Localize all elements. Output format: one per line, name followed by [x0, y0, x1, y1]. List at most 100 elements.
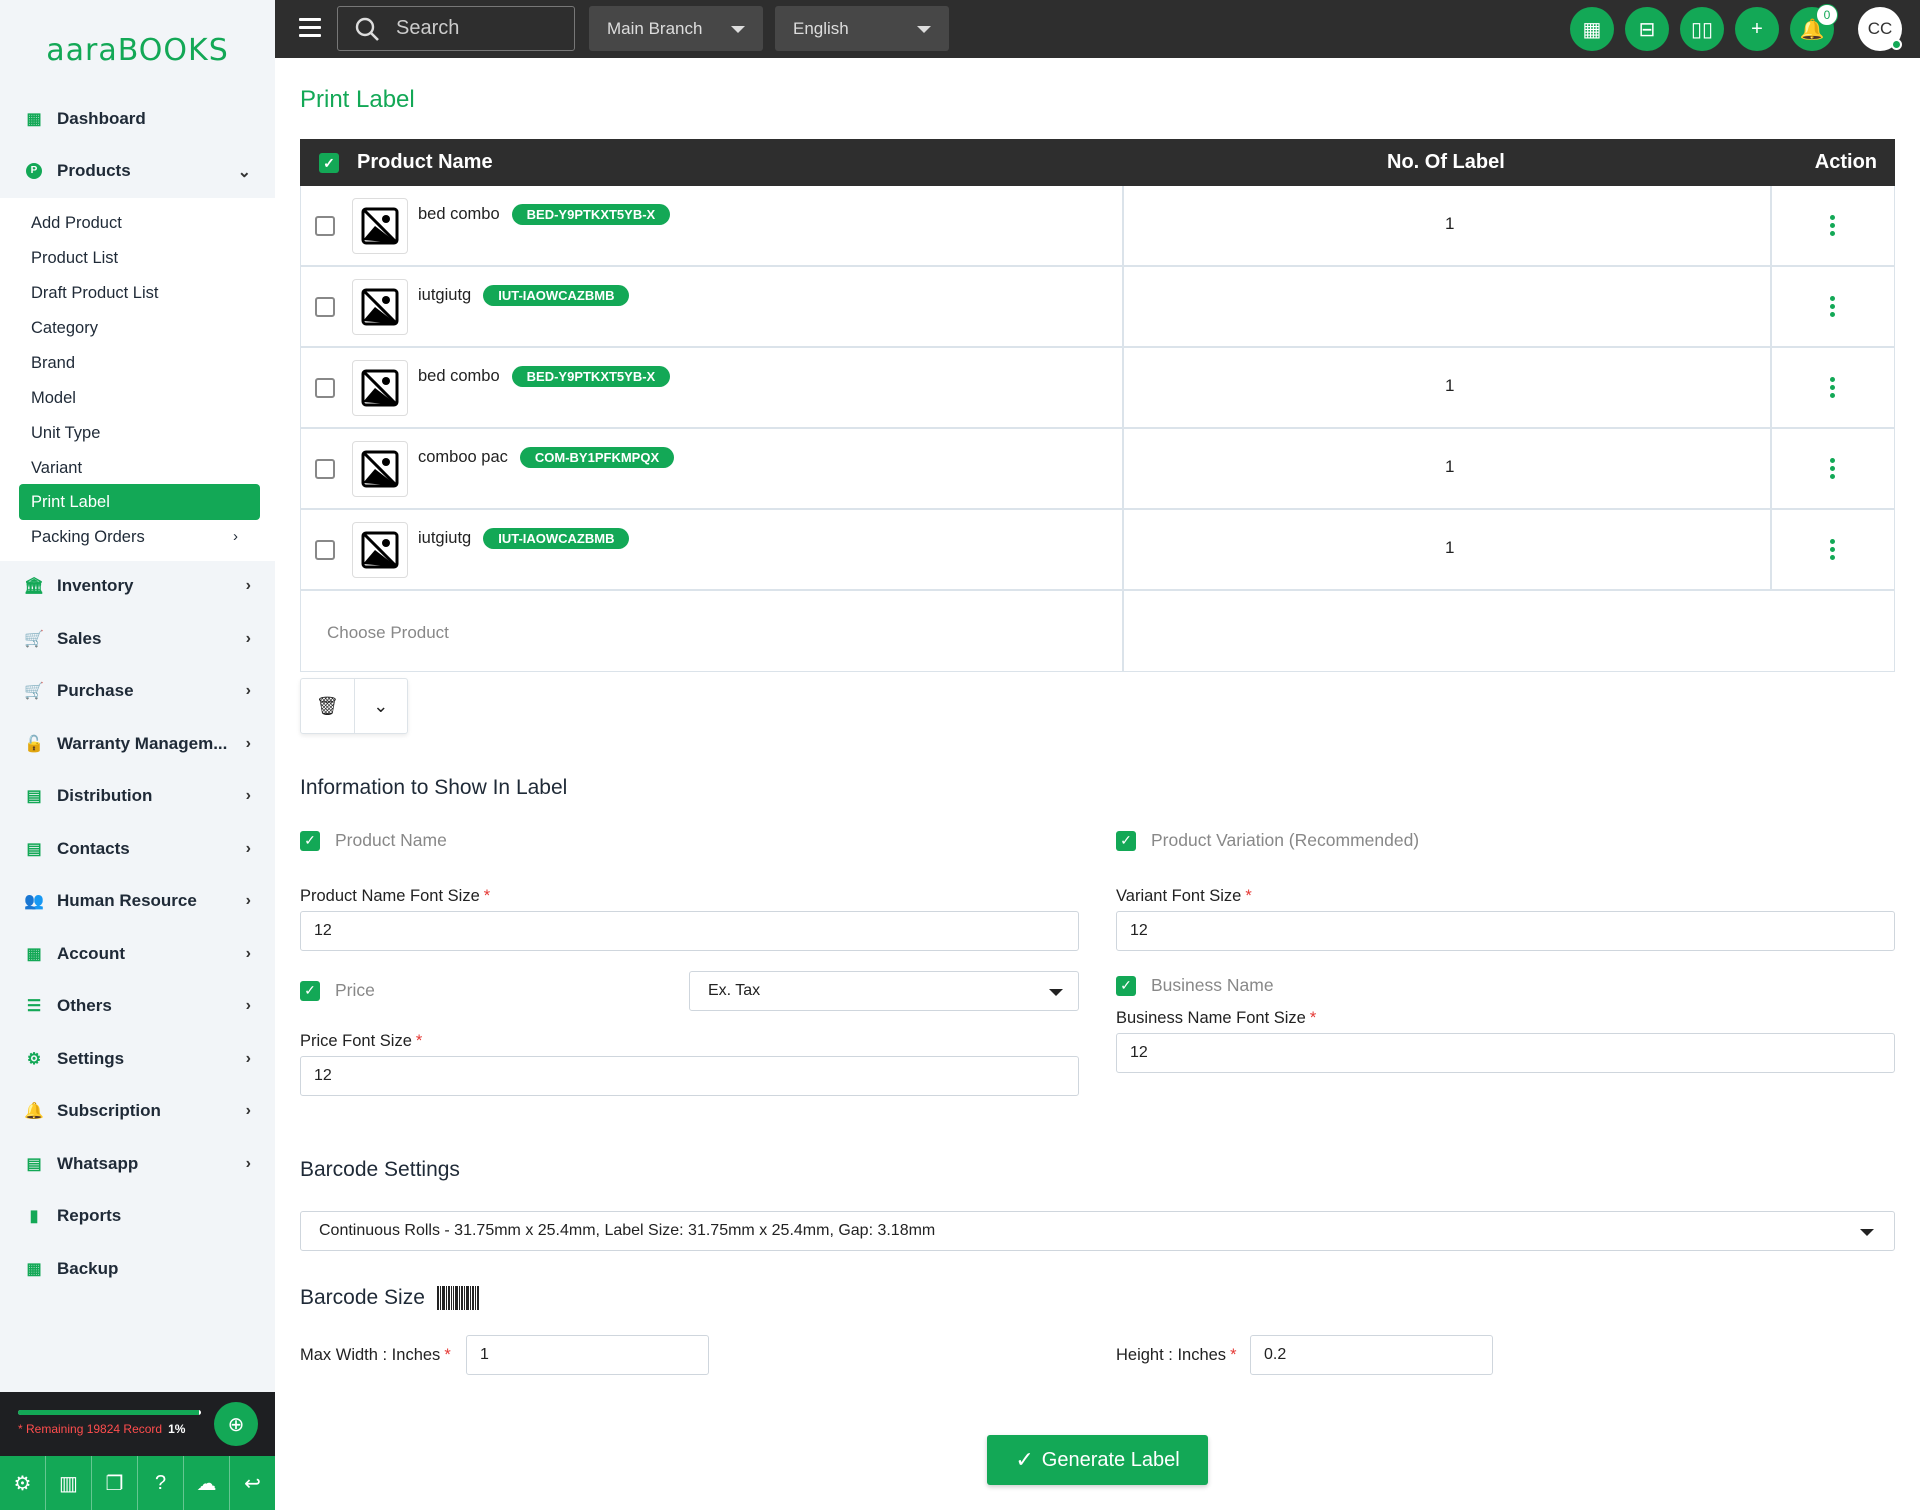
- search-input[interactable]: Search: [337, 6, 575, 51]
- submenu-unit-type[interactable]: Unit Type: [19, 415, 260, 451]
- price-tax-select[interactable]: Ex. Tax: [689, 971, 1079, 1011]
- row-checkbox[interactable]: [315, 216, 335, 236]
- checkbox-checked[interactable]: ✓: [1116, 975, 1136, 996]
- checkbox-checked[interactable]: ✓: [300, 980, 320, 1001]
- sidebar-item-inventory[interactable]: 🏛 Inventory ›: [0, 566, 275, 606]
- sidebar-item-label: Products: [57, 161, 131, 180]
- sidebar-item-settings[interactable]: ⚙ Settings ›: [0, 1039, 275, 1079]
- settings-icon[interactable]: ⚙: [0, 1456, 46, 1510]
- label-count[interactable]: 1: [1445, 538, 1454, 558]
- required-marker: *: [1309, 1009, 1317, 1027]
- required-marker: *: [415, 1032, 423, 1050]
- submenu-add-product[interactable]: Add Product: [19, 205, 260, 241]
- calculator-icon: ▦: [26, 946, 42, 963]
- price-option[interactable]: ✓ Price: [300, 980, 375, 1001]
- submenu-print-label[interactable]: Print Label: [19, 484, 260, 520]
- choose-product-input[interactable]: Choose Product: [327, 623, 449, 643]
- label-count[interactable]: 1: [1445, 457, 1454, 477]
- barcode-size-title: Barcode Size: [300, 1286, 480, 1310]
- book-icon[interactable]: ▯▯: [1680, 7, 1724, 51]
- submenu-draft-product-list[interactable]: Draft Product List: [19, 275, 260, 311]
- label-count[interactable]: 1: [1445, 214, 1454, 234]
- branch-select[interactable]: Main Branch: [589, 6, 763, 51]
- remaining-text: * Remaining 19824 Record: [18, 1422, 163, 1436]
- sidebar-item-dashboard[interactable]: ▦ Dashboard: [0, 99, 275, 139]
- more-vertical-icon[interactable]: [1830, 539, 1836, 563]
- more-vertical-icon[interactable]: [1830, 458, 1836, 482]
- business-name-option[interactable]: ✓ Business Name: [1116, 975, 1274, 996]
- sidebar-item-purchase[interactable]: 🛒 Purchase ›: [0, 671, 275, 711]
- label-count[interactable]: 1: [1445, 376, 1454, 396]
- sidebar-item-account[interactable]: ▦ Account ›: [0, 934, 275, 974]
- required-marker: *: [483, 887, 491, 905]
- sidebar-item-subscription[interactable]: 🔔 Subscription ›: [0, 1091, 275, 1131]
- business-name-font-input[interactable]: 12: [1116, 1033, 1895, 1073]
- bar-chart-icon: ▮: [29, 1208, 39, 1225]
- price-font-input[interactable]: 12: [300, 1056, 1079, 1096]
- generate-label-button[interactable]: ✓ Generate Label: [987, 1435, 1208, 1485]
- double-chevron-down-icon[interactable]: ⌄: [355, 679, 408, 733]
- checkbox-checked[interactable]: ✓: [300, 830, 320, 851]
- submenu-category[interactable]: Category: [19, 310, 260, 346]
- page-title: Print Label: [300, 86, 415, 113]
- scan-icon[interactable]: ⊟: [1625, 7, 1669, 51]
- more-vertical-icon[interactable]: [1830, 296, 1836, 320]
- sidebar-item-contacts[interactable]: ▤ Contacts ›: [0, 829, 275, 869]
- sidebar-item-reports[interactable]: ▮ Reports: [0, 1196, 275, 1236]
- bell-icon[interactable]: 🔔 0: [1790, 4, 1838, 51]
- menu-toggle-icon[interactable]: [299, 18, 321, 40]
- language-select[interactable]: English: [775, 6, 949, 51]
- cart-icon: 🛒: [24, 683, 44, 700]
- sidebar-item-backup[interactable]: ▦ Backup: [0, 1249, 275, 1289]
- barcode-settings-select[interactable]: Continuous Rolls - 31.75mm x 25.4mm, Lab…: [300, 1211, 1895, 1251]
- sidebar-item-others[interactable]: ☰ Others ›: [0, 986, 275, 1026]
- sidebar-item-sales[interactable]: 🛒 Sales ›: [0, 619, 275, 659]
- row-checkbox[interactable]: [315, 540, 335, 560]
- product-variation-option[interactable]: ✓ Product Variation (Recommended): [1116, 830, 1419, 851]
- brand-logo[interactable]: aara BOOKS: [0, 0, 275, 100]
- trash-icon[interactable]: 🗑: [301, 679, 355, 733]
- add-icon[interactable]: +: [1735, 7, 1779, 51]
- avatar[interactable]: CC: [1858, 7, 1902, 51]
- product-name-option[interactable]: ✓ Product Name: [300, 830, 447, 851]
- sidebar-item-label: Others: [57, 996, 112, 1015]
- more-vertical-icon[interactable]: [1830, 215, 1836, 239]
- more-vertical-icon[interactable]: [1830, 377, 1836, 401]
- sidebar-item-products[interactable]: P Products ⌄: [0, 151, 275, 191]
- calculator-icon[interactable]: ▦: [1570, 7, 1614, 51]
- sidebar-item-warranty[interactable]: 🔓 Warranty Managem... ›: [0, 724, 275, 764]
- table-header: ✓ Product Name No. Of Label Action: [300, 139, 1895, 186]
- field-label: Variant Font Size: [1116, 887, 1242, 905]
- variant-font-input[interactable]: 12: [1116, 911, 1895, 951]
- table-row: comboo pac COM-BY1PFKMPQX 1: [301, 429, 1894, 510]
- sidebar-item-label: Warranty Managem...: [57, 734, 228, 753]
- submenu-brand[interactable]: Brand: [19, 345, 260, 381]
- book-icon[interactable]: ❐: [92, 1456, 138, 1510]
- chevron-right-icon: ›: [245, 1050, 251, 1067]
- height-input[interactable]: 0.2: [1250, 1335, 1493, 1375]
- sidebar-item-distribution[interactable]: ▤ Distribution ›: [0, 776, 275, 816]
- barcode-icon: [436, 1286, 480, 1310]
- max-width-input[interactable]: 1: [466, 1335, 709, 1375]
- row-checkbox[interactable]: [315, 378, 335, 398]
- sku-badge: COM-BY1PFKMPQX: [519, 447, 675, 468]
- checkbox-checked[interactable]: ✓: [1116, 830, 1136, 851]
- submenu-label: Category: [31, 318, 98, 337]
- row-checkbox[interactable]: [315, 297, 335, 317]
- submenu-label: Product List: [31, 248, 119, 267]
- help-icon[interactable]: ?: [138, 1456, 184, 1510]
- support-icon[interactable]: ⊕: [214, 1402, 258, 1446]
- table-tools: 🗑 ⌄: [300, 678, 408, 734]
- sidebar-item-whatsapp[interactable]: ▤ Whatsapp ›: [0, 1144, 275, 1184]
- submenu-packing-orders[interactable]: Packing Orders ›: [19, 519, 260, 555]
- chart-icon[interactable]: ▥: [46, 1456, 92, 1510]
- chat-icon[interactable]: ☁: [184, 1456, 230, 1510]
- sidebar-item-human-resource[interactable]: 👥 Human Resource ›: [0, 881, 275, 921]
- submenu-model[interactable]: Model: [19, 380, 260, 416]
- product-name-font-input[interactable]: 12: [300, 911, 1079, 951]
- select-all-checkbox[interactable]: ✓: [319, 153, 339, 173]
- logout-icon[interactable]: ↩: [230, 1456, 275, 1510]
- submenu-product-list[interactable]: Product List: [19, 240, 260, 276]
- row-checkbox[interactable]: [315, 459, 335, 479]
- submenu-variant[interactable]: Variant: [19, 450, 260, 486]
